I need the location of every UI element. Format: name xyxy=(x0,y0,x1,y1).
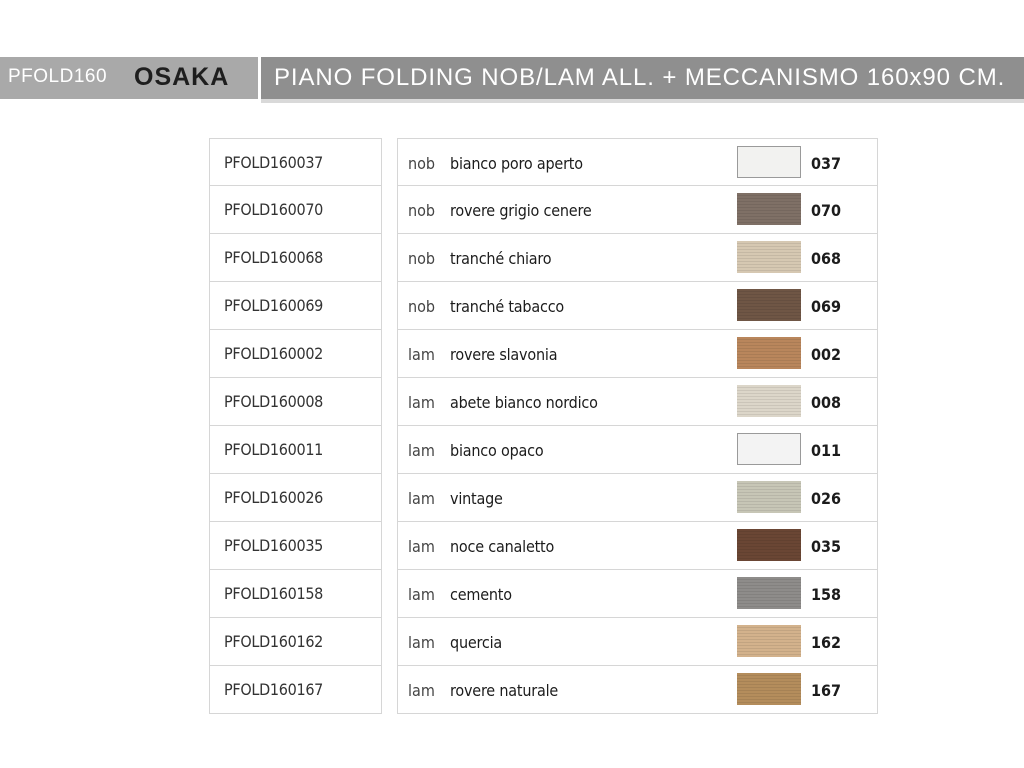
material-type: lam xyxy=(408,585,435,604)
code-column: PFOLD160037 PFOLD160070 PFOLD160068 PFOLD16… xyxy=(209,138,382,714)
finish-number: 167 xyxy=(811,681,842,700)
header-bar: PFOLD160 OSAKA PIANO FOLDING NOB/LAM ALL… xyxy=(0,57,1024,103)
finish-swatch xyxy=(737,625,801,657)
finish-swatch xyxy=(737,481,801,513)
finish-number: 011 xyxy=(811,441,842,460)
header-left-panel: PFOLD160 OSAKA xyxy=(0,57,258,99)
table-row: lam bianco opaco 011 xyxy=(398,426,877,474)
table-row: lam vintage 026 xyxy=(398,474,877,522)
code-cell: PFOLD160158 xyxy=(210,570,381,618)
finish-swatch xyxy=(737,673,801,705)
finish-name: vintage xyxy=(450,489,503,508)
finish-swatch xyxy=(737,385,801,417)
material-type: nob xyxy=(408,249,436,268)
code-cell: PFOLD160070 xyxy=(210,186,381,234)
table-row: lam rovere naturale 167 xyxy=(398,666,877,714)
finish-name: rovere grigio cenere xyxy=(450,201,592,220)
code-cell: PFOLD160002 xyxy=(210,330,381,378)
finish-number: 069 xyxy=(811,297,842,316)
table-row: nob bianco poro aperto 037 xyxy=(398,138,877,186)
table-row: lam abete bianco nordico 008 xyxy=(398,378,877,426)
finish-name: rovere naturale xyxy=(450,681,559,700)
material-type: nob xyxy=(408,154,436,173)
code-cell: PFOLD160035 xyxy=(210,522,381,570)
finish-number: 162 xyxy=(811,633,842,652)
material-type: lam xyxy=(408,537,435,556)
material-type: nob xyxy=(408,297,436,316)
finish-name: bianco opaco xyxy=(450,441,544,460)
finish-name: tranché tabacco xyxy=(450,297,565,316)
material-type: lam xyxy=(408,633,435,652)
finish-number: 002 xyxy=(811,345,842,364)
code-cell: PFOLD160011 xyxy=(210,426,381,474)
table-row: lam noce canaletto 035 xyxy=(398,522,877,570)
finish-number: 158 xyxy=(811,585,842,604)
finish-swatch xyxy=(737,337,801,369)
finish-table: nob bianco poro aperto 037 nob rovere grigio… xyxy=(397,138,878,714)
finish-name: noce canaletto xyxy=(450,537,555,556)
finish-number: 008 xyxy=(811,393,842,412)
code-cell: PFOLD160026 xyxy=(210,474,381,522)
finish-swatch xyxy=(737,146,801,178)
finish-swatch xyxy=(737,289,801,321)
finish-swatch xyxy=(737,433,801,465)
material-type: lam xyxy=(408,441,435,460)
table-row: lam cemento 158 xyxy=(398,570,877,618)
product-name: OSAKA xyxy=(134,63,230,91)
finish-number: 068 xyxy=(811,249,842,268)
material-type: lam xyxy=(408,489,435,508)
finish-name: rovere slavonia xyxy=(450,345,558,364)
code-cell: PFOLD160069 xyxy=(210,282,381,330)
finish-number: 037 xyxy=(811,154,842,173)
finish-number: 070 xyxy=(811,201,842,220)
code-cell: PFOLD160167 xyxy=(210,666,381,714)
finish-name: cemento xyxy=(450,585,512,604)
table-row: nob tranché tabacco 069 xyxy=(398,282,877,330)
table-row: nob rovere grigio cenere 070 xyxy=(398,186,877,234)
material-type: lam xyxy=(408,681,435,700)
code-cell: PFOLD160008 xyxy=(210,378,381,426)
material-type: lam xyxy=(408,393,435,412)
finish-number: 026 xyxy=(811,489,842,508)
finish-swatch xyxy=(737,241,801,273)
finish-swatch xyxy=(737,577,801,609)
product-code: PFOLD160 xyxy=(8,66,108,87)
table-row: lam rovere slavonia 002 xyxy=(398,330,877,378)
finish-number: 035 xyxy=(811,537,842,556)
finish-name: bianco poro aperto xyxy=(450,154,583,173)
finish-swatch xyxy=(737,193,801,225)
finish-name: quercia xyxy=(450,633,503,652)
product-description: PIANO FOLDING NOB/LAM ALL. + MECCANISMO … xyxy=(274,64,1006,91)
material-type: nob xyxy=(408,201,436,220)
code-cell: PFOLD160068 xyxy=(210,234,381,282)
material-type: lam xyxy=(408,345,435,364)
header-right-panel: PIANO FOLDING NOB/LAM ALL. + MECCANISMO … xyxy=(261,57,1024,103)
finish-swatch xyxy=(737,529,801,561)
code-cell: PFOLD160037 xyxy=(210,138,381,186)
table-row: nob tranché chiaro 068 xyxy=(398,234,877,282)
finish-name: tranché chiaro xyxy=(450,249,552,268)
finish-name: abete bianco nordico xyxy=(450,393,598,412)
table-row: lam quercia 162 xyxy=(398,618,877,666)
code-cell: PFOLD160162 xyxy=(210,618,381,666)
